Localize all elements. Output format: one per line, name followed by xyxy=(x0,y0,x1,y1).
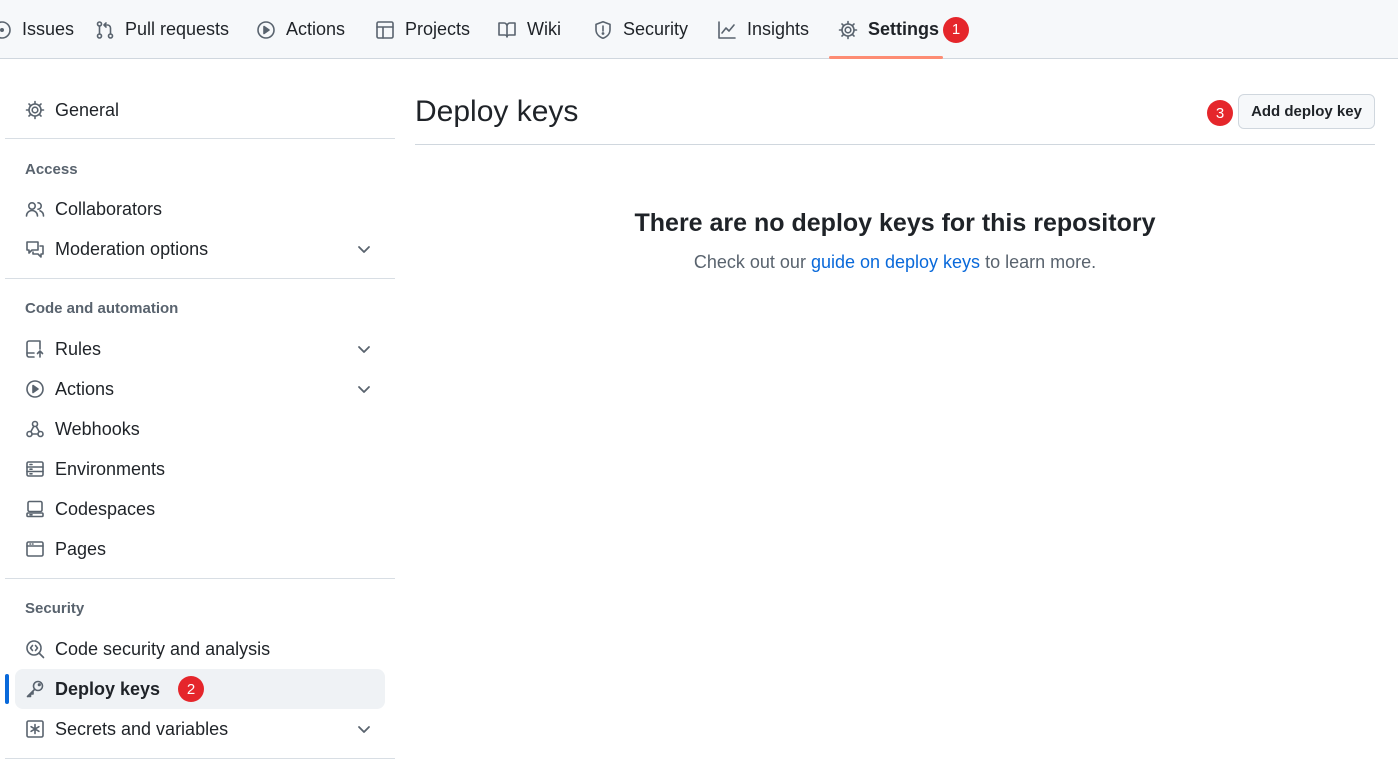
issue-opened-icon xyxy=(0,20,11,39)
webhook-icon xyxy=(26,420,44,438)
sidebar-heading-security: Security xyxy=(25,600,85,617)
tab-pull-requests[interactable]: Pull requests xyxy=(95,0,229,59)
deploy-keys-guide-link[interactable]: guide on deploy keys xyxy=(811,252,980,272)
codescan-icon xyxy=(26,640,45,659)
tab-label: Insights xyxy=(747,19,810,39)
blankslate-text-prefix: Check out our xyxy=(693,252,811,272)
repo-push-icon xyxy=(26,340,44,358)
tab-settings[interactable]: Settings 1 xyxy=(838,0,970,59)
sidebar-divider xyxy=(5,278,395,279)
sidebar-item-label: Rules xyxy=(55,338,102,359)
sidebar-item-code-security[interactable]: Code security and analysis xyxy=(15,629,385,669)
sidebar-item-label: General xyxy=(55,99,120,120)
step-badge: 3 xyxy=(1207,100,1233,126)
sidebar-item-label: Environments xyxy=(55,458,166,479)
sidebar-divider xyxy=(5,578,395,579)
sidebar-item-pages[interactable]: Pages xyxy=(15,529,385,569)
git-pull-request-icon xyxy=(96,20,114,39)
tab-label: Pull requests xyxy=(125,19,230,39)
blankslate-description: Check out our guide on deploy keys to le… xyxy=(415,252,1375,273)
tab-issues[interactable]: Issues xyxy=(0,0,74,59)
sidebar-item-label: Actions xyxy=(55,378,115,399)
sidebar-heading-code-automation: Code and automation xyxy=(25,300,179,317)
sidebar-item-label: Codespaces xyxy=(55,498,156,519)
tab-projects[interactable]: Projects xyxy=(375,0,470,59)
sidebar-divider xyxy=(5,758,395,759)
key-icon xyxy=(26,680,44,698)
graph-icon xyxy=(718,20,736,39)
gear-icon xyxy=(838,20,858,39)
comment-discussion-icon xyxy=(26,241,44,258)
sidebar-item-label: Code security and analysis xyxy=(55,638,271,659)
add-deploy-key-button[interactable]: Add deploy key xyxy=(1238,94,1375,129)
chevron-down-icon xyxy=(358,386,370,393)
shield-icon xyxy=(595,20,611,39)
sidebar-item-collaborators[interactable]: Collaborators xyxy=(15,189,385,229)
tab-label: Projects xyxy=(405,19,471,39)
repo-nav: Issues Pull requests Actions Projects Wi… xyxy=(0,0,1398,59)
asterisk-icon xyxy=(26,720,44,738)
chevron-down-icon xyxy=(358,726,370,733)
step-badge: 2 xyxy=(178,676,205,702)
tab-wiki[interactable]: Wiki xyxy=(497,0,561,59)
tab-label: Settings xyxy=(868,19,940,39)
browser-icon xyxy=(26,541,44,557)
sidebar-divider xyxy=(5,138,395,139)
tab-insights[interactable]: Insights xyxy=(717,0,809,59)
people-icon xyxy=(25,201,45,217)
sidebar-item-label: Moderation options xyxy=(55,238,209,259)
sidebar-item-rules[interactable]: Rules xyxy=(15,329,385,369)
table-icon xyxy=(376,20,394,39)
sidebar-item-environments[interactable]: Environments xyxy=(15,449,385,489)
settings-sidebar: General Access Collaborators Moderation … xyxy=(0,59,400,761)
page-title: Deploy keys xyxy=(415,95,579,128)
play-icon xyxy=(26,380,44,398)
tab-label: Issues xyxy=(22,19,75,39)
codespaces-icon xyxy=(26,500,44,518)
sidebar-item-label: Secrets and variables xyxy=(55,718,229,739)
step-badge: 1 xyxy=(943,16,970,43)
sidebar-item-label: Webhooks xyxy=(55,418,140,439)
tab-actions[interactable]: Actions xyxy=(256,0,345,59)
sidebar-item-webhooks[interactable]: Webhooks xyxy=(15,409,385,449)
sidebar-item-deploy-keys[interactable]: Deploy keys 2 xyxy=(15,669,385,709)
sidebar-item-label: Pages xyxy=(55,538,107,559)
sidebar-item-label: Deploy keys xyxy=(55,678,161,699)
server-icon xyxy=(26,461,44,477)
chevron-down-icon xyxy=(358,246,370,253)
main-content: Deploy keys 3 Add deploy key There are n… xyxy=(415,59,1375,761)
play-icon xyxy=(257,20,275,39)
tab-label: Security xyxy=(623,19,689,39)
sidebar-item-label: Collaborators xyxy=(55,198,163,219)
sidebar-item-codespaces[interactable]: Codespaces xyxy=(15,489,385,529)
active-item-indicator xyxy=(5,674,9,704)
book-icon xyxy=(498,21,516,38)
blankslate-text-suffix: to learn more. xyxy=(980,252,1097,272)
gear-icon xyxy=(25,100,45,120)
chevron-down-icon xyxy=(358,346,370,353)
title-divider xyxy=(415,144,1375,145)
sidebar-item-moderation[interactable]: Moderation options xyxy=(15,229,385,269)
sidebar-heading-access: Access xyxy=(25,161,78,178)
blankslate-heading: There are no deploy keys for this reposi… xyxy=(634,209,1156,237)
tab-label: Actions xyxy=(286,19,346,39)
sidebar-item-actions[interactable]: Actions xyxy=(15,369,385,409)
tab-label: Wiki xyxy=(527,19,561,39)
sidebar-item-general[interactable]: General xyxy=(15,90,385,130)
sidebar-item-secrets[interactable]: Secrets and variables xyxy=(15,709,385,749)
tab-security[interactable]: Security xyxy=(593,0,688,59)
